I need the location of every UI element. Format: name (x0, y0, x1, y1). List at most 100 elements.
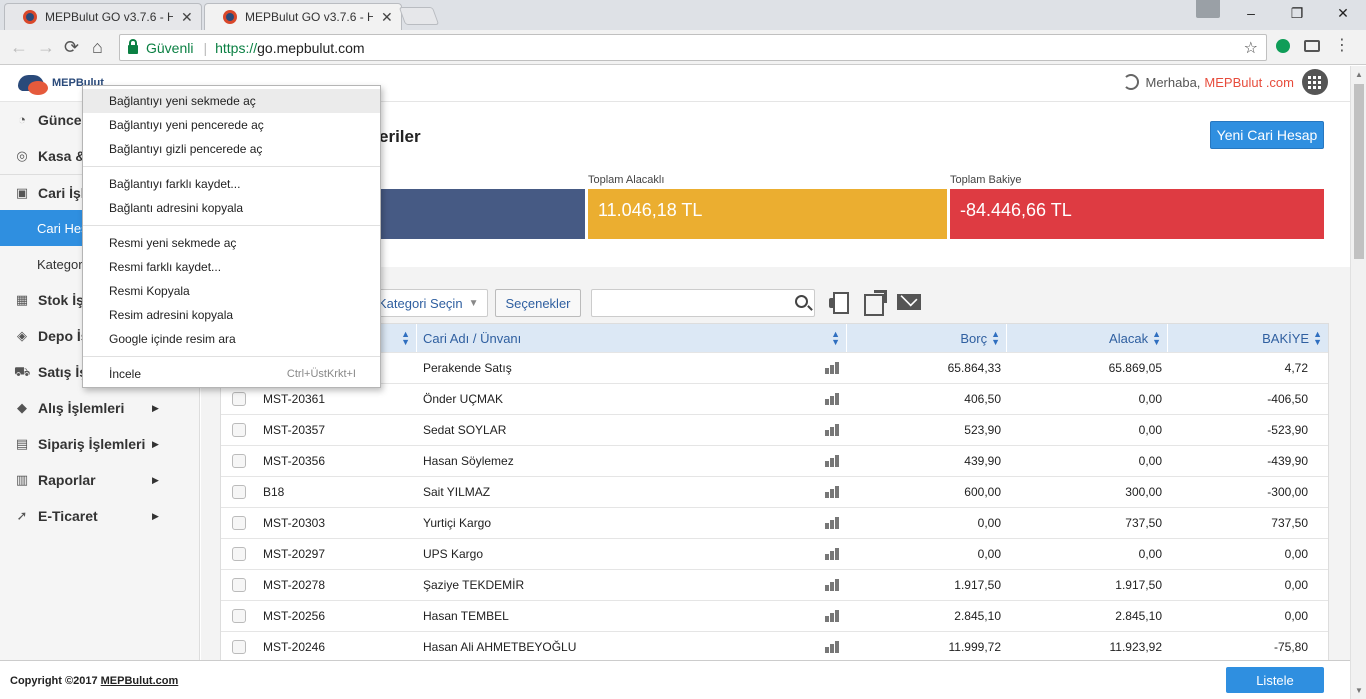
cast-icon[interactable] (1304, 40, 1320, 52)
extension-green-icon[interactable] (1276, 39, 1290, 53)
sidebar-item-eticaret[interactable]: ➚ E-Ticaret ▶ (0, 498, 199, 534)
context-menu-item[interactable]: Bağlantıyı gizli pencerede aç (83, 137, 380, 161)
tab-close-icon[interactable]: ✕ (181, 9, 193, 26)
table-row[interactable]: MST-20357 Sedat SOYLAR 523,90 0,00 -523,90 (221, 414, 1328, 445)
scroll-thumb[interactable] (1354, 84, 1364, 259)
new-account-button[interactable]: Yeni Cari Hesap (1210, 121, 1324, 149)
row-checkbox[interactable] (232, 640, 246, 654)
apps-grid-icon[interactable] (1302, 69, 1328, 95)
table-row[interactable]: MST-20297 UPS Kargo 0,00 0,00 0,00 (221, 538, 1328, 569)
account-code: MST-20356 (263, 454, 326, 468)
statistics-icon[interactable] (825, 486, 841, 498)
page-scrollbar[interactable]: ▲ ▼ (1350, 66, 1366, 699)
account-name[interactable]: Hasan Ali AHMETBEYOĞLU (423, 640, 576, 654)
restore-icon[interactable]: ❐ (1274, 0, 1320, 26)
sidebar-item-siparis[interactable]: ▤ Sipariş İşlemleri ▶ (0, 426, 199, 462)
account-name[interactable]: Şaziye TEKDEMİR (423, 578, 524, 592)
debit-value: 0,00 (977, 547, 1001, 561)
browser-menu-icon[interactable]: ⋮ (1334, 38, 1350, 54)
minimize-icon[interactable]: – (1228, 0, 1274, 26)
scroll-up-icon[interactable]: ▲ (1355, 70, 1363, 79)
profile-icon[interactable] (1196, 0, 1220, 18)
context-menu-item[interactable]: Bağlantıyı yeni sekmede aç (83, 89, 380, 113)
category-select[interactable]: Kategori Seçin ▼ (371, 289, 488, 317)
row-checkbox[interactable] (232, 392, 246, 406)
user-name-link[interactable]: MEPBulut .com (1204, 75, 1294, 90)
search-input[interactable] (592, 290, 782, 316)
tab-close-icon[interactable]: ✕ (381, 9, 393, 26)
export-icon[interactable] (862, 290, 888, 316)
table-row[interactable]: Perakende Satış 65.864,33 65.869,05 4,72 (221, 352, 1328, 383)
account-name[interactable]: Yurtiçi Kargo (423, 516, 491, 530)
bookmark-star-icon[interactable]: ☆ (1244, 38, 1258, 58)
context-menu-item[interactable]: Bağlantı adresini kopyala (83, 196, 380, 220)
credit-value: 0,00 (1138, 392, 1162, 406)
account-name-cell: Sait YILMAZ (417, 485, 847, 499)
statistics-icon[interactable] (825, 455, 841, 467)
copyright-link[interactable]: MEPBulut.com (101, 675, 179, 687)
page-title: eriler (379, 127, 421, 146)
column-header-borc[interactable]: Borç ▲ ▼ (847, 324, 1007, 352)
statistics-icon[interactable] (825, 579, 841, 591)
row-checkbox[interactable] (232, 609, 246, 623)
row-checkbox[interactable] (232, 485, 246, 499)
table-row[interactable]: MST-20278 Şaziye TEKDEMİR 1.917,50 1.917,50… (221, 569, 1328, 600)
statistics-icon[interactable] (825, 393, 841, 405)
context-menu-item[interactable]: Resmi yeni sekmede aç (83, 231, 380, 255)
row-checkbox[interactable] (232, 578, 246, 592)
table-row[interactable]: MST-20356 Hasan Söylemez 439,90 0,00 -439,90 (221, 445, 1328, 476)
column-header-name[interactable]: Cari Adı / Ünvanı ▲ ▼ (417, 324, 847, 352)
table-row[interactable]: MST-20246 Hasan Ali AHMETBEYOĞLU 11.999,72… (221, 631, 1328, 660)
close-window-icon[interactable]: ✕ (1320, 0, 1366, 26)
statistics-icon[interactable] (825, 362, 841, 374)
row-checkbox[interactable] (232, 454, 246, 468)
account-name[interactable]: Sedat SOYLAR (423, 423, 506, 437)
browser-tab-1[interactable]: MEPBulut GO v3.7.6 - Ho ✕ (4, 3, 202, 30)
statistics-icon[interactable] (825, 548, 841, 560)
context-menu-item[interactable]: Bağlantıyı farklı kaydet... (83, 172, 380, 196)
column-header-alacak[interactable]: Alacak ▲ ▼ (1007, 324, 1168, 352)
home-icon[interactable]: ⌂ (92, 37, 103, 57)
row-checkbox[interactable] (232, 516, 246, 530)
statistics-icon[interactable] (825, 641, 841, 653)
row-checkbox[interactable] (232, 547, 246, 561)
statistics-icon[interactable] (825, 517, 841, 529)
sidebar-item-alis[interactable]: ◆ Alış İşlemleri ▶ (0, 390, 199, 426)
statistics-icon[interactable] (825, 424, 841, 436)
statistics-icon[interactable] (825, 610, 841, 622)
context-menu-item[interactable]: Resmi Kopyala (83, 279, 380, 303)
table-row[interactable]: MST-20361 Önder UÇMAK 406,50 0,00 -406,50 (221, 383, 1328, 414)
account-name[interactable]: Hasan TEMBEL (423, 609, 509, 623)
account-name[interactable]: Perakende Satış (423, 361, 512, 375)
back-icon[interactable]: ← (10, 37, 28, 57)
context-menu-item[interactable]: Resim adresini kopyala (83, 303, 380, 327)
mail-icon[interactable] (897, 290, 923, 314)
table-row[interactable]: MST-20303 Yurtiçi Kargo 0,00 737,50 737,50 (221, 507, 1328, 538)
options-button[interactable]: Seçenekler (495, 289, 581, 317)
row-checkbox[interactable] (232, 423, 246, 437)
context-menu-item[interactable]: İncele Ctrl+ÜstKrkt+I (83, 362, 380, 386)
stat-label-alacakli: Toplam Alacaklı (588, 174, 665, 186)
account-name[interactable]: Hasan Söylemez (423, 454, 514, 468)
new-tab-button[interactable] (398, 7, 440, 25)
account-name[interactable]: UPS Kargo (423, 547, 483, 561)
forward-icon[interactable]: → (37, 37, 55, 57)
context-menu-item[interactable]: Google içinde resim ara (83, 327, 380, 351)
context-menu-item[interactable]: Bağlantıyı yeni pencerede aç (83, 113, 380, 137)
scroll-down-icon[interactable]: ▼ (1355, 686, 1363, 695)
account-name[interactable]: Önder UÇMAK (423, 392, 503, 406)
list-button[interactable]: Listele (1226, 667, 1324, 693)
reload-icon[interactable]: ⟳ (64, 37, 79, 57)
extension-icons: ⋮ (1276, 38, 1350, 54)
table-row[interactable]: B18 Sait YILMAZ 600,00 300,00 -300,00 (221, 476, 1328, 507)
table-row[interactable]: MST-20256 Hasan TEMBEL 2.845,10 2.845,10 0,0… (221, 600, 1328, 631)
dashboard-icon: ◔ (18, 112, 26, 127)
search-icon[interactable] (795, 295, 808, 308)
browser-tab-2[interactable]: MEPBulut GO v3.7.6 - Ho ✕ (204, 3, 402, 30)
column-header-bakiye[interactable]: BAKİYE ▲ ▼ (1168, 324, 1328, 352)
account-name[interactable]: Sait YILMAZ (423, 485, 490, 499)
sidebar-item-raporlar[interactable]: ▥ Raporlar ▶ (0, 462, 199, 498)
printer-icon[interactable] (826, 290, 852, 314)
address-bar[interactable]: Güvenli | https:// go.mepbulut.com ☆ (119, 34, 1267, 61)
context-menu-item[interactable]: Resmi farklı kaydet... (83, 255, 380, 279)
